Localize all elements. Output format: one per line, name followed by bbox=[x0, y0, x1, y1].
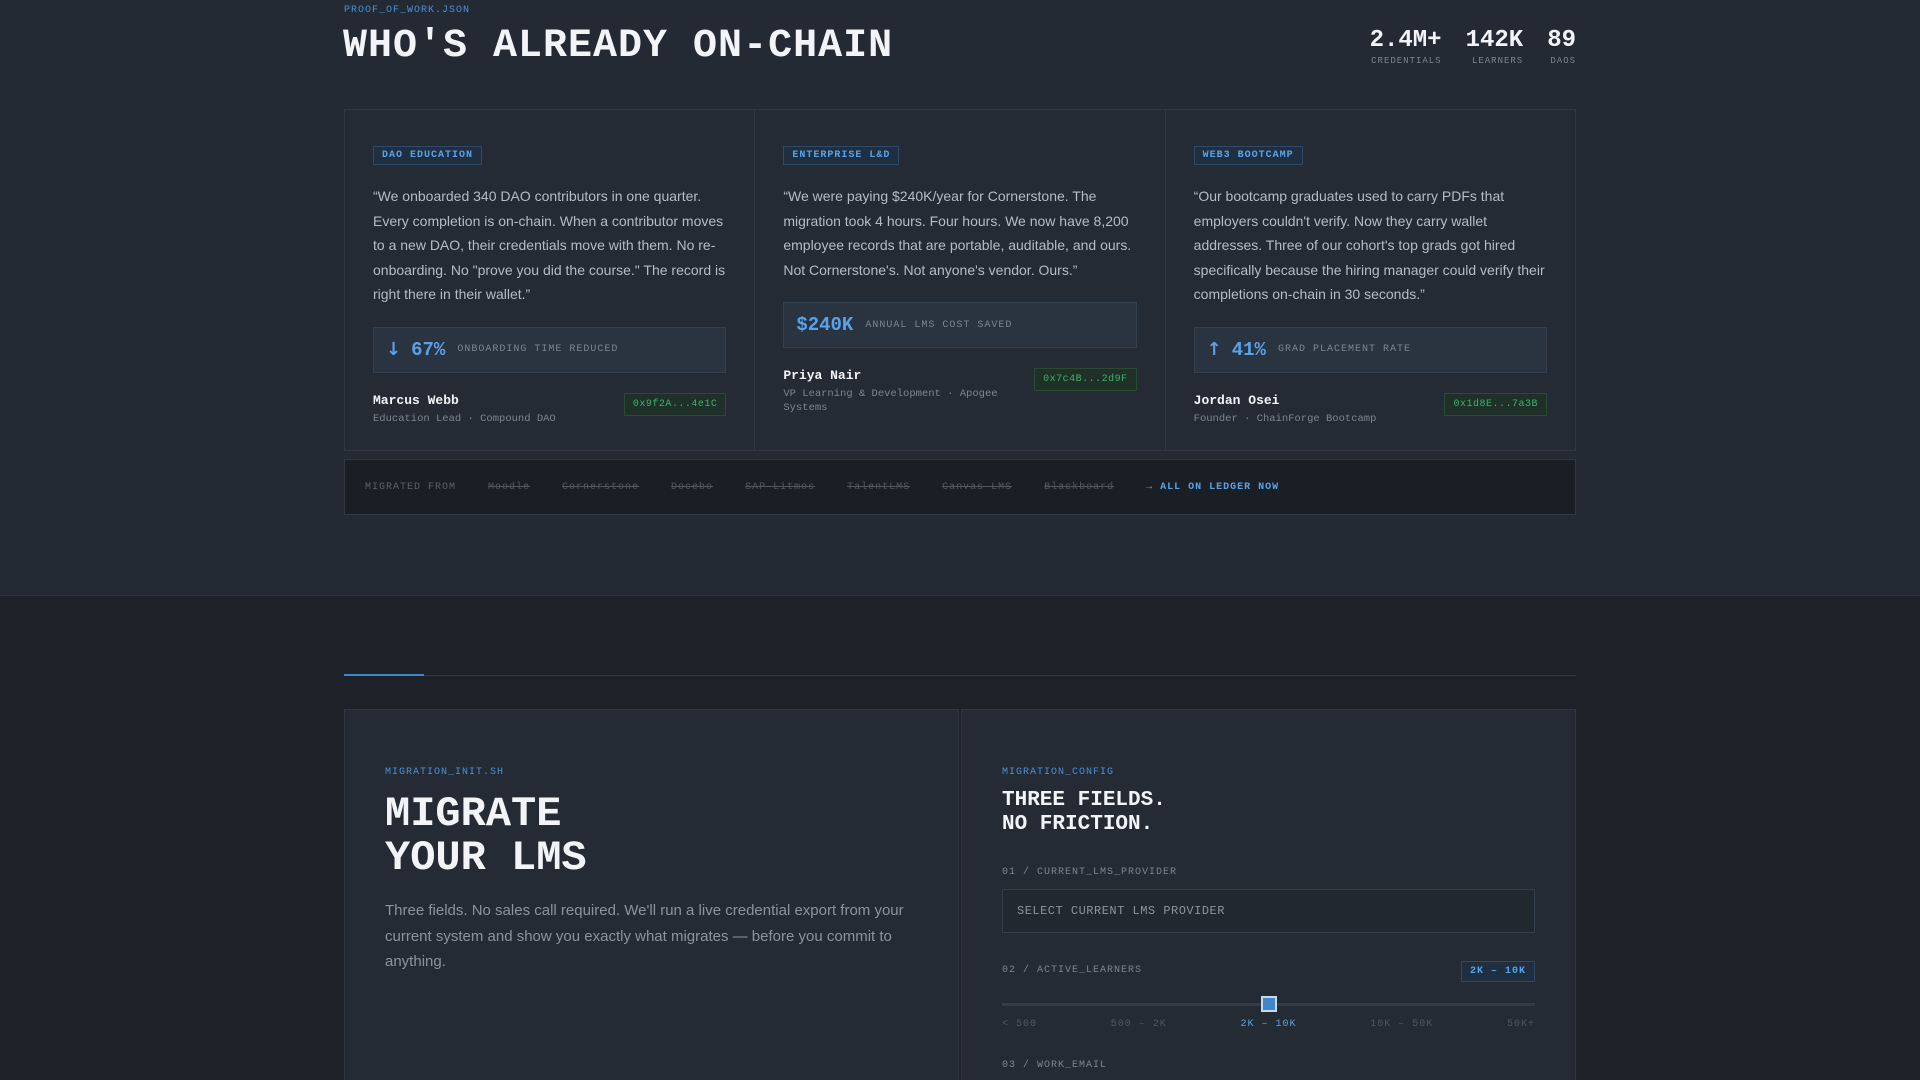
migrate-title-line1: MIGRATE bbox=[385, 790, 562, 838]
slider-ticks: < 500 500 – 2K 2K – 10K 10K – 50K 50K+ bbox=[1002, 1019, 1535, 1030]
stat-value: 89 bbox=[1547, 27, 1576, 54]
active-learners-value-badge: 2K – 10K bbox=[1460, 961, 1535, 982]
slider-tick[interactable]: < 500 bbox=[1002, 1019, 1037, 1030]
active-learners-label: 02 / ACTIVE_LEARNERS bbox=[1002, 965, 1143, 976]
author: Marcus Webb Education Lead · Compound DA… bbox=[373, 392, 727, 426]
section-tab-line bbox=[344, 674, 1576, 676]
wallet-address-badge[interactable]: 0x9f2A...4e1C bbox=[623, 392, 727, 416]
stat-value: 142K bbox=[1465, 27, 1524, 54]
metric-label: ANNUAL LMS COST SAVED bbox=[865, 319, 1013, 331]
author: Priya Nair VP Learning & Development · A… bbox=[783, 368, 1137, 415]
author-name: Priya Nair bbox=[783, 368, 862, 383]
stat-label: LEARNERS bbox=[1471, 56, 1524, 66]
migrated-item: Docebo bbox=[671, 481, 714, 493]
testimonials-section: PROOF_OF_WORK.JSON WHO'S ALREADY ON-CHAI… bbox=[0, 0, 1920, 596]
category-badge: DAO EDUCATION bbox=[373, 146, 483, 165]
panel-eyebrow: MIGRATION_CONFIG bbox=[1002, 767, 1115, 778]
testimonial-cards: DAO EDUCATION “We onboarded 340 DAO cont… bbox=[344, 109, 1576, 451]
slider-tick[interactable]: 50K+ bbox=[1507, 1019, 1535, 1030]
config-title: THREE FIELDS. NO FRICTION. bbox=[1002, 789, 1166, 837]
migrated-item: Cornerstone bbox=[562, 481, 640, 493]
author: Jordan Osei Founder · ChainForge Bootcam… bbox=[1193, 392, 1547, 426]
slider-tick[interactable]: 500 – 2K bbox=[1111, 1019, 1167, 1030]
stat-label: DAOS bbox=[1550, 56, 1576, 66]
stats-bar: 2.4M+ CREDENTIALS 142K LEARNERS 89 DAOS bbox=[1369, 27, 1576, 67]
slider-tick[interactable]: 10K – 50K bbox=[1370, 1019, 1433, 1030]
all-on-ledger-link[interactable]: → ALL ON LEDGER NOW bbox=[1146, 482, 1279, 493]
metric-value: 41% bbox=[1231, 338, 1266, 361]
arrow-down-icon: ↓ bbox=[386, 339, 402, 360]
metric-box: $240K ANNUAL LMS COST SAVED bbox=[783, 302, 1137, 348]
active-learners-slider-thumb[interactable] bbox=[1260, 996, 1277, 1012]
metric-box: ↓ 67% ONBOARDING TIME REDUCED bbox=[373, 326, 727, 373]
stat-credentials: 2.4M+ CREDENTIALS bbox=[1369, 27, 1442, 67]
migrate-panel: MIGRATION_INIT.SH MIGRATE YOUR LMS Three… bbox=[344, 709, 959, 1080]
page-title: WHO'S ALREADY ON-CHAIN bbox=[343, 24, 894, 69]
migrated-item: TalentLMS bbox=[847, 481, 911, 493]
active-tab-indicator bbox=[344, 674, 424, 676]
stat-label: CREDENTIALS bbox=[1371, 56, 1442, 66]
migrate-title-line2: YOUR LMS bbox=[385, 834, 587, 882]
slider-tick[interactable]: 2K – 10K bbox=[1240, 1019, 1296, 1030]
wallet-address-badge[interactable]: 0x1d8E...7a3B bbox=[1444, 392, 1547, 416]
stat-daos: 89 DAOS bbox=[1547, 27, 1576, 67]
migrated-item: SAP Litmos bbox=[745, 481, 816, 493]
stat-learners: 142K LEARNERS bbox=[1465, 27, 1524, 67]
panel-eyebrow: MIGRATION_INIT.SH bbox=[385, 767, 505, 778]
migrated-item: Moodle bbox=[488, 481, 531, 493]
migrated-from-bar: MIGRATED FROM Moodle Cornerstone Docebo … bbox=[344, 459, 1576, 515]
author-name: Marcus Webb bbox=[373, 392, 459, 408]
metric-label: GRAD PLACEMENT RATE bbox=[1277, 344, 1411, 355]
migrated-from-label: MIGRATED FROM bbox=[365, 481, 457, 493]
migrated-item: Canvas LMS bbox=[942, 481, 1013, 493]
category-badge: WEB3 BOOTCAMP bbox=[1193, 146, 1303, 165]
config-title-line1: THREE FIELDS. bbox=[1002, 789, 1166, 812]
lms-provider-label: 01 / CURRENT_LMS_PROVIDER bbox=[1002, 867, 1178, 878]
work-email-label: 03 / WORK_EMAIL bbox=[1002, 1060, 1108, 1071]
author-role: VP Learning & Development · Apogee Syste… bbox=[783, 388, 998, 414]
testimonial-quote: “We onboarded 340 DAO contributors in on… bbox=[373, 188, 726, 302]
migrate-description: Three fields. No sales call required. We… bbox=[385, 902, 904, 970]
section-eyebrow: PROOF_OF_WORK.JSON bbox=[344, 5, 471, 16]
lms-provider-select[interactable]: SELECT CURRENT LMS PROVIDER bbox=[1002, 889, 1535, 933]
author-name: Jordan Osei bbox=[1193, 392, 1280, 408]
wallet-address-badge[interactable]: 0x7c4B...2d9F bbox=[1034, 368, 1137, 391]
testimonial-quote: “Our bootcamp graduates used to carry PD… bbox=[1193, 188, 1545, 302]
metric-box: ↑ 41% GRAD PLACEMENT RATE bbox=[1193, 326, 1547, 373]
metric-label: ONBOARDING TIME REDUCED bbox=[457, 344, 619, 355]
arrow-up-icon: ↑ bbox=[1206, 339, 1222, 360]
migration-config-panel: MIGRATION_CONFIG THREE FIELDS. NO FRICTI… bbox=[961, 709, 1576, 1080]
author-role: Founder · ChainForge Bootcamp bbox=[1193, 412, 1377, 425]
stat-value: 2.4M+ bbox=[1369, 27, 1442, 54]
metric-value: $240K bbox=[796, 314, 854, 336]
testimonial-card: ENTERPRISE L&D “We were paying $240K/yea… bbox=[755, 110, 1166, 450]
author-role: Education Lead · Compound DAO bbox=[373, 412, 556, 425]
migrated-item: Blackboard bbox=[1044, 481, 1115, 493]
testimonial-card: DAO EDUCATION “We onboarded 340 DAO cont… bbox=[345, 110, 756, 450]
config-title-line2: NO FRICTION. bbox=[1002, 813, 1154, 836]
migrate-title: MIGRATE YOUR LMS bbox=[385, 792, 587, 880]
category-badge: ENTERPRISE L&D bbox=[783, 146, 900, 165]
metric-value: 67% bbox=[411, 338, 446, 361]
testimonial-card: WEB3 BOOTCAMP “Our bootcamp graduates us… bbox=[1165, 110, 1575, 450]
testimonial-quote: “We were paying $240K/year for Cornersto… bbox=[783, 188, 1132, 278]
